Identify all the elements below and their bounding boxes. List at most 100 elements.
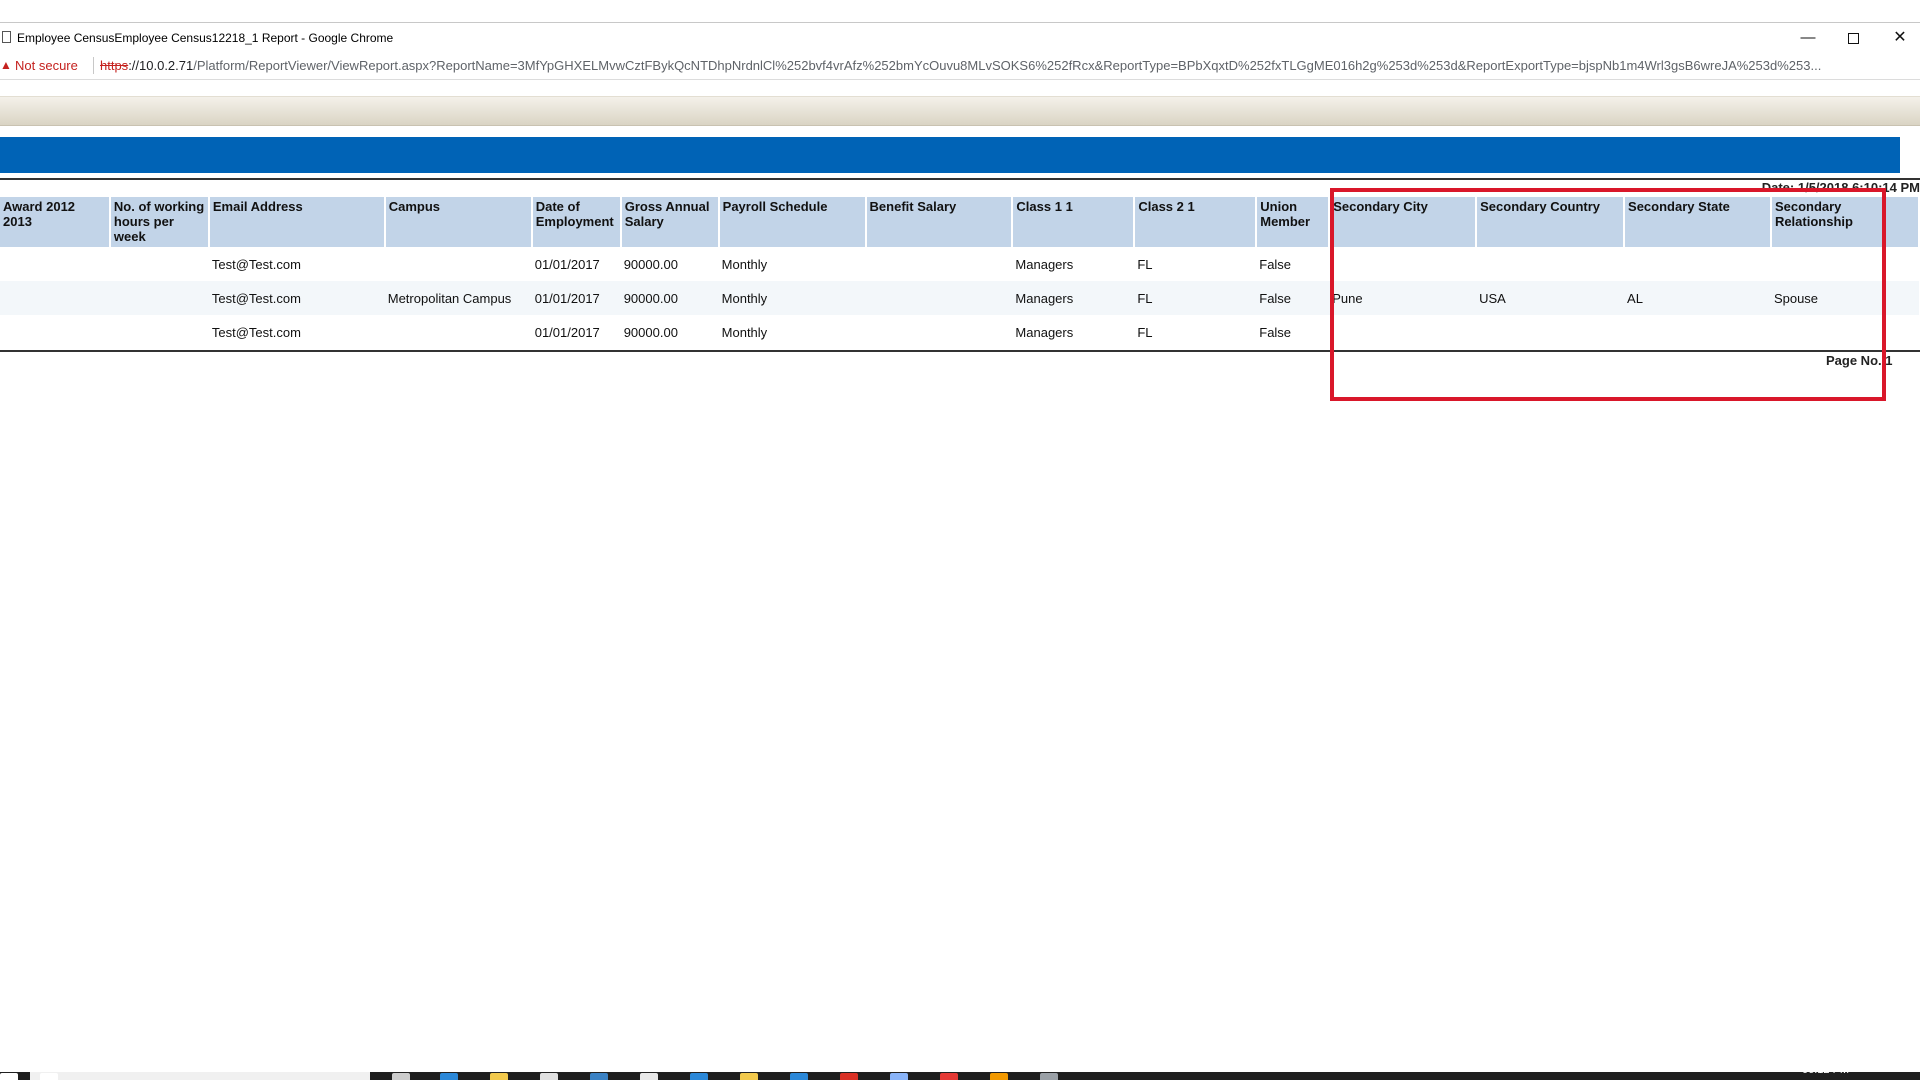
table-cell: 01/01/2017 <box>534 324 600 340</box>
table-cell <box>866 315 1013 349</box>
table-cell <box>1329 315 1476 349</box>
column-header: Gross Annual Salary <box>620 197 720 247</box>
table-cell <box>1329 247 1476 281</box>
table-cell: 90000.00 <box>620 281 719 315</box>
minimize-button[interactable]: — <box>1793 27 1823 49</box>
table-cell <box>110 315 209 349</box>
close-button[interactable]: ✕ <box>1885 27 1915 49</box>
table-cell <box>110 247 209 281</box>
table-cell: Spouse <box>1770 281 1919 315</box>
table-cell: Metropolitan Campus <box>384 281 532 315</box>
table-cell: Managers <box>1012 281 1135 315</box>
table-cell <box>865 281 1013 315</box>
search-icon[interactable] <box>40 1073 58 1080</box>
security-indicator[interactable]: Not secure <box>15 58 78 73</box>
windows-taskbar[interactable] <box>0 1072 1920 1080</box>
table-cell: Monthly <box>721 256 768 272</box>
page-icon <box>2 31 11 43</box>
column-header: Campus <box>384 197 533 247</box>
table-row: Test@Test.com 01/01/2017 90000.00 Monthly Ma… <box>0 315 1919 349</box>
table-cell <box>1771 247 1919 281</box>
app-icon[interactable] <box>640 1073 658 1080</box>
report-header-band <box>0 137 1900 173</box>
app-icon[interactable] <box>890 1073 908 1080</box>
url-path: /Platform/ReportViewer/ViewReport.aspx?R… <box>193 58 1822 73</box>
page-number: Page No. 1 <box>1826 353 1893 368</box>
url-host: ://10.0.2.71 <box>128 58 194 73</box>
address-separator <box>93 57 94 74</box>
table-cell: USA <box>1476 281 1625 315</box>
table-cell: 90000.00 <box>623 256 678 272</box>
address-bar[interactable]: ▲ Not secure https://10.0.2.71/Platform/… <box>0 52 1920 80</box>
app-icon[interactable] <box>1040 1073 1058 1080</box>
window-title: Employee CensusEmployee Census12218_1 Re… <box>17 31 394 45</box>
table-cell <box>0 281 110 315</box>
screen: Employee CensusEmployee Census12218_1 Re… <box>0 0 1920 1080</box>
column-header: Class 1 1 <box>1012 197 1136 247</box>
table-cell: FL <box>1137 324 1153 340</box>
taskbar-clock[interactable]: 06:12 PM <box>1802 1064 1849 1076</box>
report-viewer-toolbar <box>0 96 1920 126</box>
column-header: Secondary Country <box>1476 197 1626 247</box>
table-cell <box>1476 247 1624 281</box>
maximize-icon <box>1847 32 1859 44</box>
table-cell: False <box>1256 281 1330 315</box>
table-cell <box>1476 315 1624 349</box>
table-cell <box>0 247 110 281</box>
app-icon[interactable] <box>990 1073 1008 1080</box>
windows-icon[interactable] <box>0 1073 18 1080</box>
store-icon[interactable] <box>540 1073 558 1080</box>
app-icon[interactable] <box>590 1073 608 1080</box>
table-cell: 01/01/2017 <box>534 256 600 272</box>
column-header: Secondary State <box>1624 197 1772 247</box>
chrome-title-bar[interactable]: Employee CensusEmployee Census12218_1 Re… <box>0 22 1920 52</box>
table-cell <box>109 281 209 315</box>
table-cell <box>385 315 532 349</box>
table-cell <box>1771 315 1919 349</box>
url-protocol: https <box>100 58 129 73</box>
warning-icon: ▲ <box>0 58 12 72</box>
table-row: Test@Test.com 01/01/2017 90000.00 Monthly Ma… <box>0 247 1919 281</box>
column-header: Benefit Salary <box>865 197 1014 247</box>
column-header: Payroll Schedule <box>718 197 867 247</box>
table-cell: Monthly <box>721 324 768 340</box>
table-cell <box>0 315 110 349</box>
table-cell: FL <box>1137 256 1153 272</box>
column-header: Award 2012 2013 <box>0 197 111 247</box>
maximize-button[interactable] <box>1838 27 1868 49</box>
table-cell <box>866 247 1013 281</box>
taskbar-search-box[interactable] <box>30 1072 370 1080</box>
column-header: Class 2 1 <box>1134 197 1258 247</box>
app-icon[interactable] <box>740 1073 758 1080</box>
task-view-icon[interactable] <box>392 1073 410 1080</box>
table-cell: Managers <box>1015 324 1074 340</box>
table-cell: Test@Test.com <box>211 324 301 340</box>
app-icon[interactable] <box>690 1073 708 1080</box>
app-icon[interactable] <box>940 1073 958 1080</box>
chrome-icon[interactable] <box>840 1073 858 1080</box>
table-cell <box>385 247 532 281</box>
column-header: No. of working hours per week <box>109 197 210 247</box>
table-cell: Pune <box>1329 281 1477 315</box>
table-row: Test@Test.com Metropolitan Campus 01/01/20… <box>0 281 1919 315</box>
table-cell: Test@Test.com <box>211 256 301 272</box>
report-table: Award 2012 2013 No. of working hours per … <box>0 197 1920 349</box>
table-cell: Test@Test.com <box>208 281 385 315</box>
column-header: Secondary Relationship <box>1770 197 1920 247</box>
table-cell: False <box>1259 256 1292 272</box>
column-header: Email Address <box>208 197 386 247</box>
report-bottom-rule <box>0 350 1920 352</box>
table-cell: FL <box>1134 281 1257 315</box>
table-cell <box>1624 315 1771 349</box>
table-cell: 90000.00 <box>623 324 678 340</box>
column-header: Date of Employment <box>531 197 622 247</box>
edge-icon[interactable] <box>440 1073 458 1080</box>
url-text[interactable]: https://10.0.2.71/Platform/ReportViewer/… <box>100 58 1915 73</box>
app-icon[interactable] <box>790 1073 808 1080</box>
column-header: Secondary City <box>1329 197 1478 247</box>
table-cell: False <box>1259 324 1292 340</box>
file-explorer-icon[interactable] <box>490 1073 508 1080</box>
table-cell: Managers <box>1015 256 1074 272</box>
report-top-rule <box>0 178 1920 180</box>
column-header: Union Member <box>1256 197 1331 247</box>
